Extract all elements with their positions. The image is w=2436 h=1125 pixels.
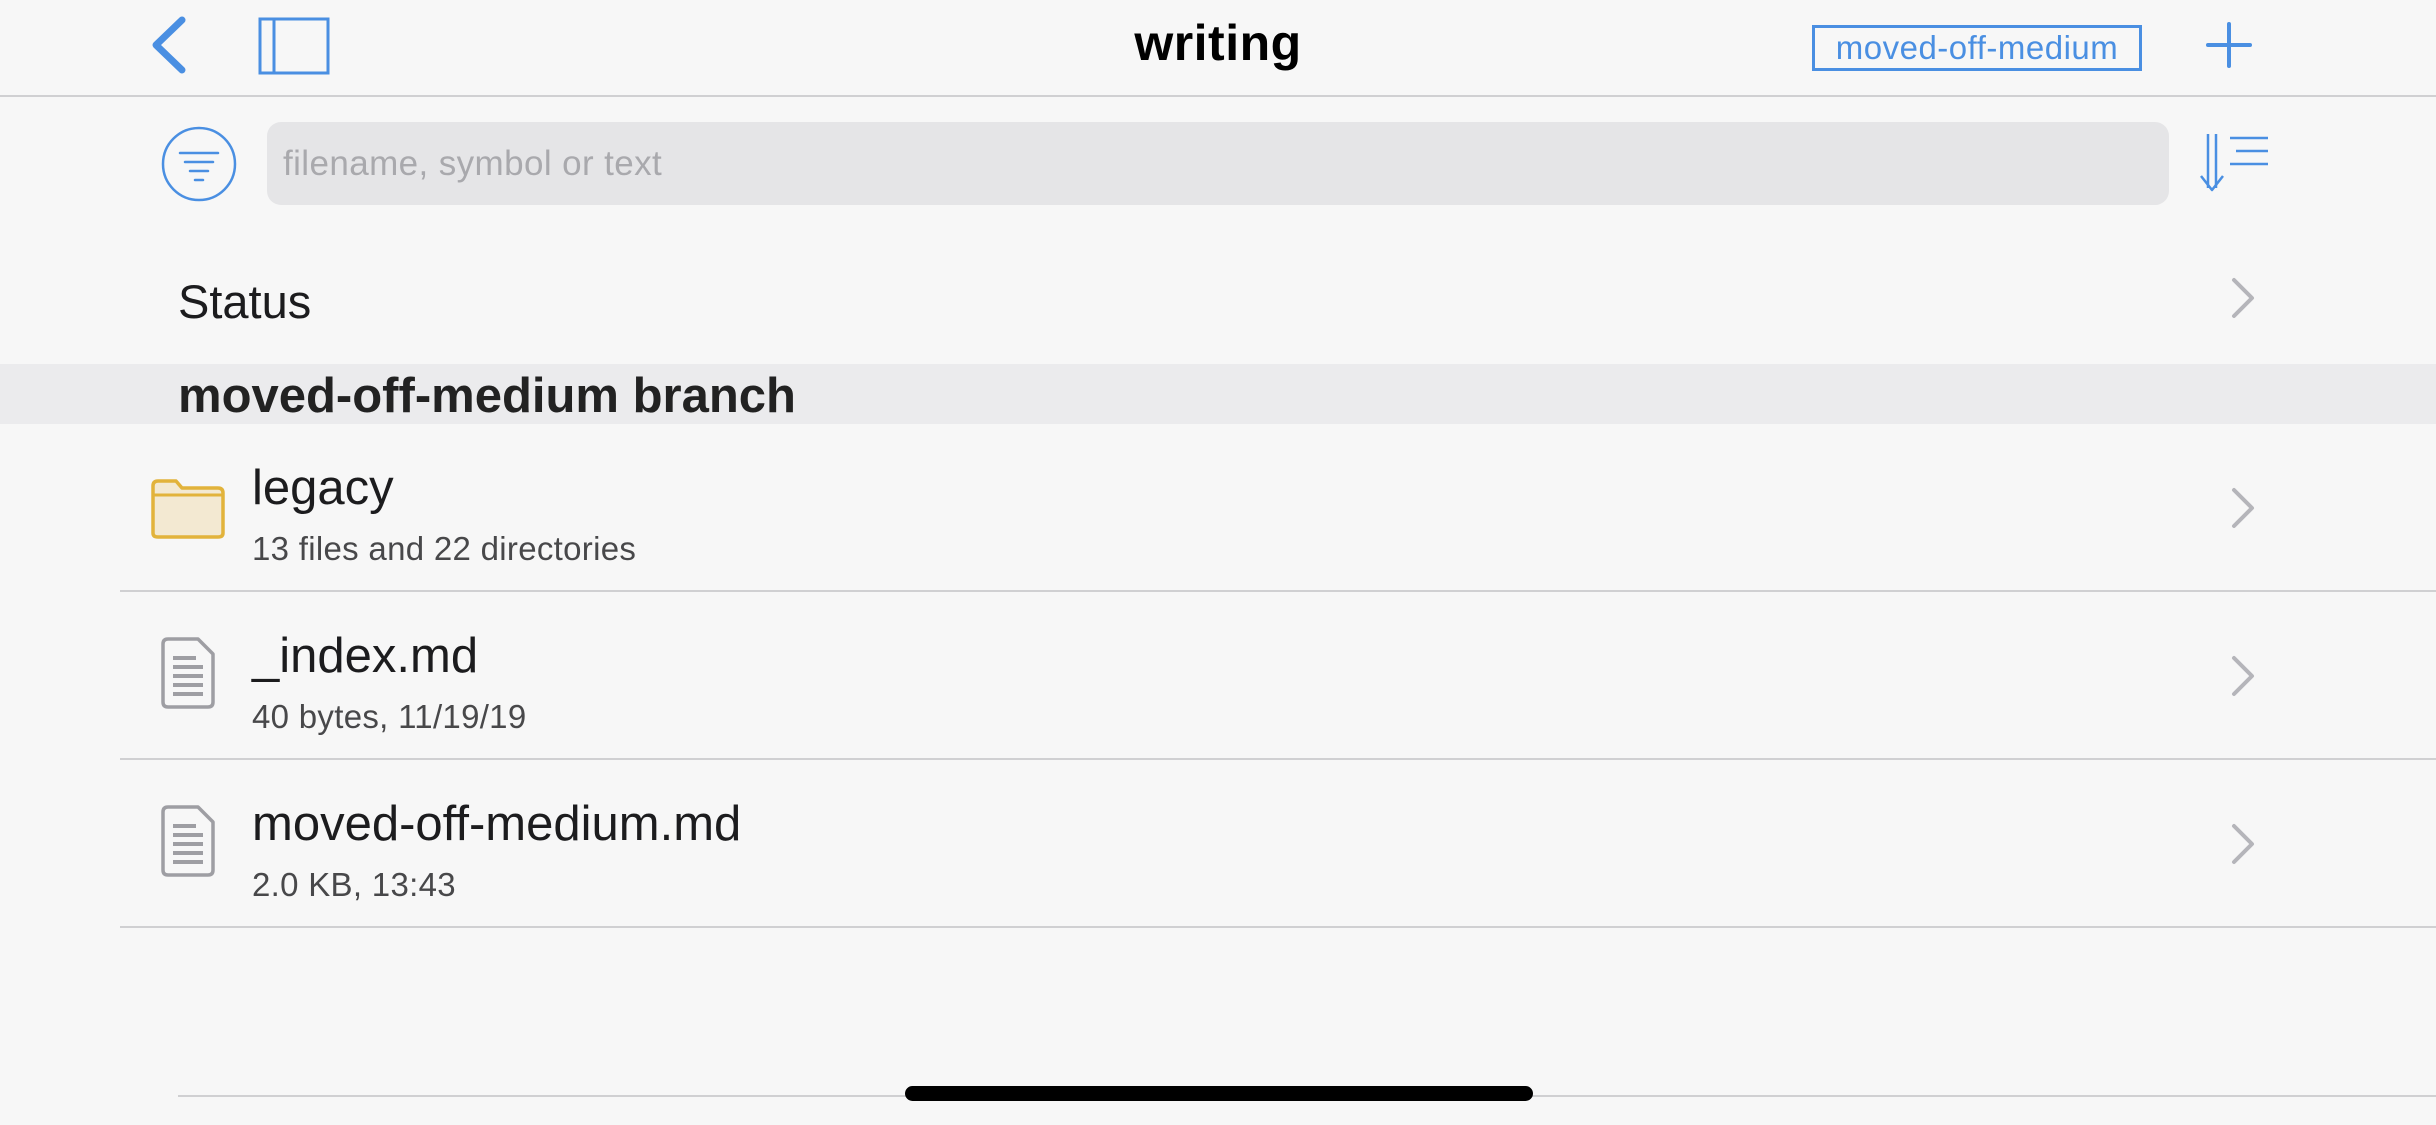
item-name: legacy [252,461,394,515]
search-input[interactable] [267,122,2169,205]
filter-icon [161,126,237,202]
item-meta: 40 bytes, 11/19/19 [252,698,527,735]
item-name: moved-off-medium.md [252,797,742,851]
chevron-right-icon [2232,656,2254,696]
plus-icon [2206,22,2252,68]
item-name: _index.md [252,629,479,683]
back-button[interactable] [146,14,198,76]
list-item[interactable]: legacy 13 files and 22 directories [0,424,2436,592]
add-button[interactable] [2204,20,2254,70]
section-title: moved-off-medium branch [178,369,796,423]
item-meta: 13 files and 22 directories [252,530,637,567]
chevron-right-icon [2232,488,2254,528]
status-label: Status [178,275,312,328]
sort-icon [2200,134,2268,192]
sidebar-toggle-icon [258,17,330,75]
document-icon [161,805,215,877]
app-screen: writing moved-off-medium filename, symbo… [0,0,2436,1125]
home-indicator[interactable] [905,1086,1533,1101]
file-list: legacy 13 files and 22 directories _inde… [0,424,2436,928]
item-meta: 2.0 KB, 13:43 [252,866,456,903]
filter-button[interactable] [160,125,238,203]
branch-badge[interactable]: moved-off-medium [1812,25,2142,71]
folder-icon [151,479,225,539]
list-item[interactable]: moved-off-medium.md 2.0 KB, 13:43 [0,760,2436,928]
status-row[interactable]: Status [0,236,2436,360]
sidebar-toggle-button[interactable] [258,17,330,75]
sort-button[interactable] [2198,130,2272,194]
chevron-right-icon [2232,278,2254,318]
navigation-bar: writing moved-off-medium [0,0,2436,97]
document-icon [161,637,215,709]
row-separator [120,926,2436,928]
section-header: moved-off-medium branch [0,364,2436,424]
chevron-left-icon [152,16,186,74]
chevron-right-icon [2232,824,2254,864]
list-item[interactable]: _index.md 40 bytes, 11/19/19 [0,592,2436,760]
